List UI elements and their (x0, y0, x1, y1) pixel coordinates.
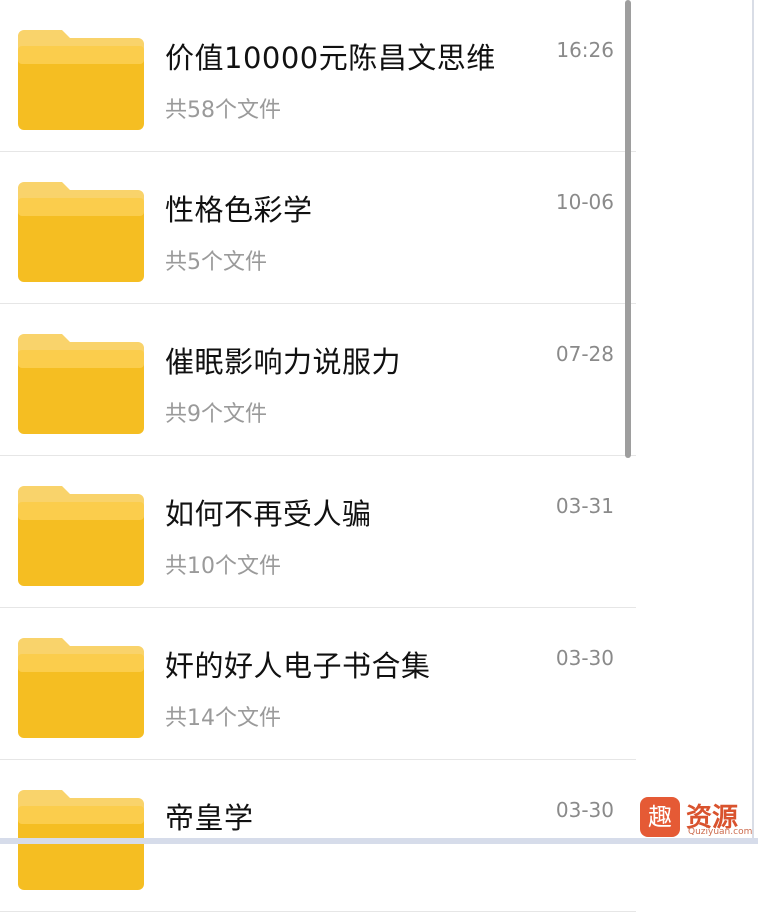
folder-title: 如何不再受人骗 (165, 497, 372, 531)
folder-icon (18, 182, 144, 282)
folder-icon (18, 30, 144, 130)
folder-title: 催眠影响力说服力 (165, 345, 402, 379)
folder-icon (18, 638, 144, 738)
folder-time: 03-30 (555, 646, 614, 670)
folder-row[interactable]: 性格色彩学 共5个文件 10-06 (0, 152, 636, 304)
folder-subtitle: 共14个文件 (165, 706, 281, 731)
watermark: 趣 资源 Quziyuan.com (640, 795, 758, 841)
folder-time: 16:26 (556, 38, 614, 62)
folder-row[interactable]: 催眠影响力说服力 共9个文件 07-28 (0, 304, 636, 456)
folder-icon (18, 486, 144, 586)
folder-row[interactable]: 价值10000元陈昌文思维 共58个文件 16:26 (0, 0, 636, 152)
watermark-url: Quziyuan.com (688, 827, 753, 837)
folder-row[interactable]: 奸的好人电子书合集 共14个文件 03-30 (0, 608, 636, 760)
folder-subtitle: 共10个文件 (165, 554, 281, 579)
watermark-logo-icon: 趣 (640, 797, 680, 837)
folder-title: 性格色彩学 (165, 193, 313, 227)
folder-subtitle: 共5个文件 (165, 250, 267, 275)
folder-row[interactable]: 如何不再受人骗 共10个文件 03-31 (0, 456, 636, 608)
window-edge (752, 0, 754, 844)
folder-time: 03-30 (555, 798, 614, 822)
folder-subtitle: 共9个文件 (165, 402, 267, 427)
folder-icon (18, 334, 144, 434)
folder-title: 奸的好人电子书合集 (165, 649, 431, 683)
scrollbar[interactable] (625, 0, 631, 458)
folder-time: 07-28 (555, 342, 614, 366)
folder-row[interactable]: 帝皇学 03-30 (0, 760, 636, 912)
folder-title: 帝皇学 (165, 801, 254, 835)
folder-time: 03-31 (555, 494, 614, 518)
folder-subtitle: 共58个文件 (165, 98, 281, 123)
file-list: 价值10000元陈昌文思维 共58个文件 16:26 性格色彩学 共5个文件 1… (0, 0, 636, 912)
folder-time: 10-06 (555, 190, 614, 214)
folder-title: 价值10000元陈昌文思维 (165, 41, 496, 75)
